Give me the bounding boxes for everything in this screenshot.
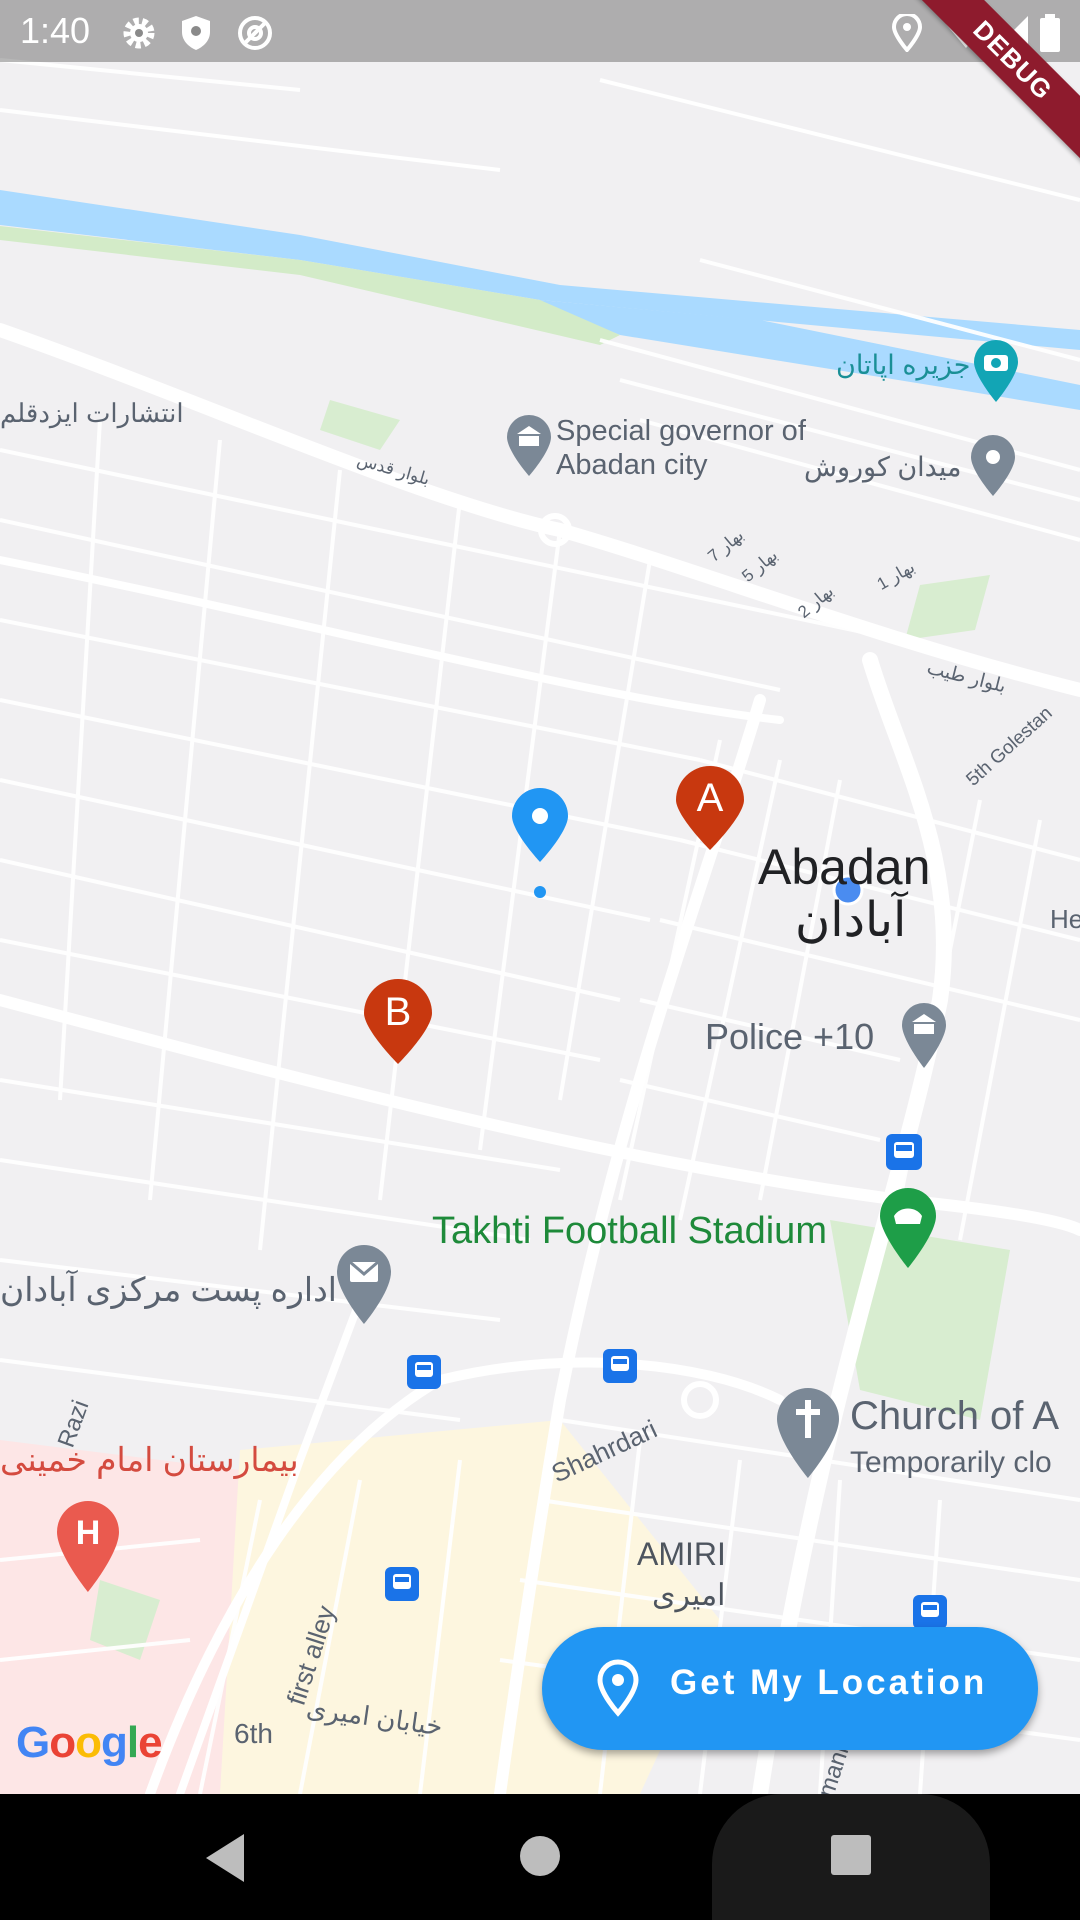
marker-a[interactable]: A	[672, 764, 748, 852]
location-pin-icon	[597, 1659, 639, 1717]
battery-icon	[1040, 14, 1060, 52]
google-logo-letter: G	[16, 1718, 50, 1767]
bus-stop-icon[interactable]	[910, 1592, 950, 1632]
get-my-location-button[interactable]: Get My Location	[542, 1627, 1038, 1750]
status-time: 1:40	[20, 10, 91, 51]
bus-stop-icon[interactable]	[600, 1346, 640, 1386]
post-office-icon[interactable]	[334, 1244, 394, 1326]
place-label-publisher[interactable]: انتشارات ایزدقلم	[0, 398, 184, 429]
hospital-poi-icon[interactable]: H	[54, 1498, 122, 1594]
police-building-icon[interactable]	[898, 1000, 950, 1070]
place-label-church[interactable]: Church of A	[850, 1394, 1059, 1439]
at-sign-icon	[238, 16, 272, 50]
bus-stop-icon[interactable]	[404, 1352, 444, 1392]
status-bar: 1:40	[0, 0, 1080, 62]
marker-label: A	[696, 776, 724, 820]
get-my-location-label: Get My Location	[670, 1663, 988, 1702]
home-icon[interactable]	[518, 1834, 562, 1878]
church-poi-icon[interactable]	[774, 1386, 842, 1480]
government-building-icon[interactable]	[504, 414, 554, 478]
place-label-hospital[interactable]: بیمارستان امام خمینی	[0, 1440, 299, 1479]
church-status-label: Temporarily clo	[850, 1446, 1052, 1479]
district-label-en: AMIRI	[637, 1536, 726, 1572]
google-logo-letter: l	[126, 1718, 139, 1767]
city-label-fa: آبادان	[795, 894, 907, 947]
svg-text:H: H	[76, 1514, 101, 1552]
stadium-poi-icon[interactable]	[876, 1186, 940, 1270]
google-logo-letter: e	[138, 1718, 163, 1767]
place-label-square[interactable]: میدان کوروش	[804, 452, 961, 483]
google-logo-letter: g	[101, 1718, 128, 1767]
place-label-post-office[interactable]: اداره پست مرکزی آبادان	[0, 1270, 337, 1309]
settings-icon	[123, 17, 155, 49]
recents-icon[interactable]	[830, 1834, 872, 1876]
marker-b[interactable]: B	[360, 976, 436, 1066]
city-label-en: Abadan	[758, 839, 931, 895]
place-label-island[interactable]: جزیره اپاتان	[836, 350, 970, 381]
place-label-governor[interactable]: Special governor of Abadan city	[556, 414, 806, 482]
map-view[interactable]: جزیره اپاتان انتشارات ایزدقلم Special go…	[0, 0, 1080, 1794]
google-logo-letter: o	[75, 1718, 102, 1767]
place-label-stadium[interactable]: Takhti Football Stadium	[432, 1210, 827, 1253]
back-icon[interactable]	[200, 1830, 250, 1886]
google-logo-letter: o	[49, 1718, 76, 1767]
place-label-police[interactable]: Police +10	[705, 1016, 874, 1058]
district-label-fa: امیری	[652, 1579, 726, 1612]
navigation-bar	[0, 1794, 1080, 1920]
bus-stop-icon[interactable]	[882, 1130, 926, 1174]
google-logo: Google	[16, 1718, 163, 1768]
bus-stop-icon[interactable]	[382, 1564, 422, 1604]
current-location-pin-icon[interactable]	[508, 788, 572, 908]
place-pin-icon[interactable]	[968, 434, 1018, 498]
marker-label: B	[384, 990, 412, 1034]
shield-icon	[182, 16, 210, 50]
camera-poi-icon[interactable]	[970, 338, 1022, 404]
street-label: He	[1050, 904, 1080, 934]
street-label: 6th	[234, 1718, 273, 1749]
location-icon	[892, 14, 922, 52]
